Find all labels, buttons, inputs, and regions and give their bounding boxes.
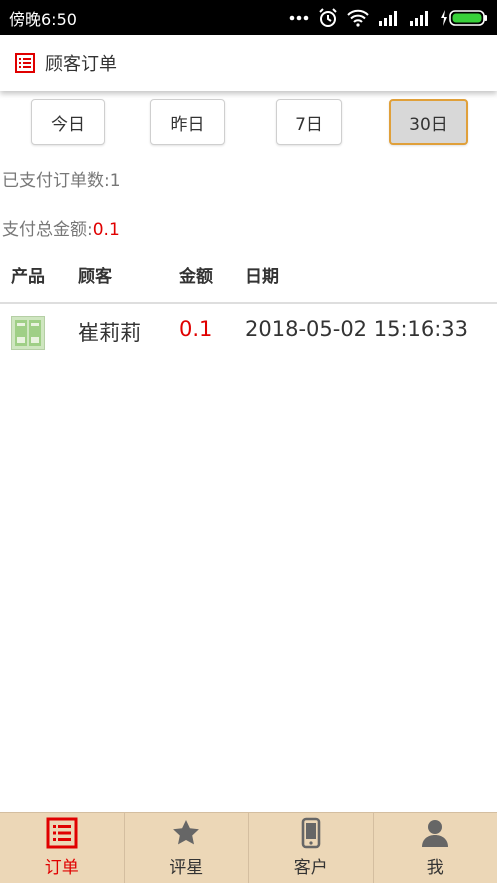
tab-me-label: 我 xyxy=(426,858,444,878)
filter-7days-button[interactable]: 7日 xyxy=(276,99,342,145)
column-header-amount: 金额 xyxy=(179,267,213,287)
column-header-customer: 顾客 xyxy=(78,267,112,287)
star-icon xyxy=(173,820,200,845)
tab-customers[interactable]: 客户 xyxy=(249,813,374,883)
app-header: 顾客订单 xyxy=(0,35,497,91)
bottom-tab-bar: 订单 评星 客户 我 xyxy=(0,812,497,883)
person-icon xyxy=(422,820,449,847)
filter-today-button[interactable]: 今日 xyxy=(31,99,105,145)
total-amount-label: 支付总金额: xyxy=(2,220,93,240)
total-amount-stat: 支付总金额:0.1 xyxy=(2,215,120,240)
page-title: 顾客订单 xyxy=(45,54,117,75)
battery-icon xyxy=(441,9,487,26)
filter-yesterday-button[interactable]: 昨日 xyxy=(150,99,225,145)
order-list-icon xyxy=(15,53,35,73)
tab-customers-label: 客户 xyxy=(293,858,328,878)
product-image-icon xyxy=(15,320,41,346)
more-dots-icon xyxy=(289,15,309,20)
tab-rating-label: 评星 xyxy=(169,858,204,878)
tab-rating[interactable]: 评星 xyxy=(125,813,249,883)
paid-orders-value: 1 xyxy=(109,171,121,191)
column-header-product: 产品 xyxy=(11,267,45,287)
status-bar: 傍晚6:50 xyxy=(0,0,497,35)
date-filter-group: 今日 昨日 7日 30日 xyxy=(0,99,497,147)
paid-orders-label: 已支付订单数: xyxy=(2,171,110,191)
tab-orders[interactable]: 订单 xyxy=(0,813,125,883)
table-header: 产品 顾客 金额 日期 xyxy=(0,262,497,290)
alarm-icon xyxy=(319,7,337,27)
paid-orders-stat: 已支付订单数:1 xyxy=(2,166,121,191)
status-icons xyxy=(289,7,488,28)
signal-icon-2 xyxy=(410,10,428,26)
order-list-icon xyxy=(46,817,78,849)
tab-me[interactable]: 我 xyxy=(374,813,497,883)
table-row[interactable]: 崔莉莉 0.1 2018-05-02 15:16:33 xyxy=(0,305,497,357)
signal-icon xyxy=(379,10,397,26)
table-divider xyxy=(0,302,497,304)
row-amount: 0.1 xyxy=(179,317,213,341)
total-amount-value: 0.1 xyxy=(92,220,120,240)
wifi-icon xyxy=(347,9,369,27)
column-header-date: 日期 xyxy=(245,267,279,287)
product-thumbnail xyxy=(11,316,45,350)
phone-icon xyxy=(301,817,321,849)
row-date: 2018-05-02 15:16:33 xyxy=(245,317,469,341)
tab-orders-label: 订单 xyxy=(44,858,79,878)
row-customer: 崔莉莉 xyxy=(78,321,141,345)
status-time: 傍晚6:50 xyxy=(9,9,77,29)
filter-30days-button[interactable]: 30日 xyxy=(389,99,468,145)
